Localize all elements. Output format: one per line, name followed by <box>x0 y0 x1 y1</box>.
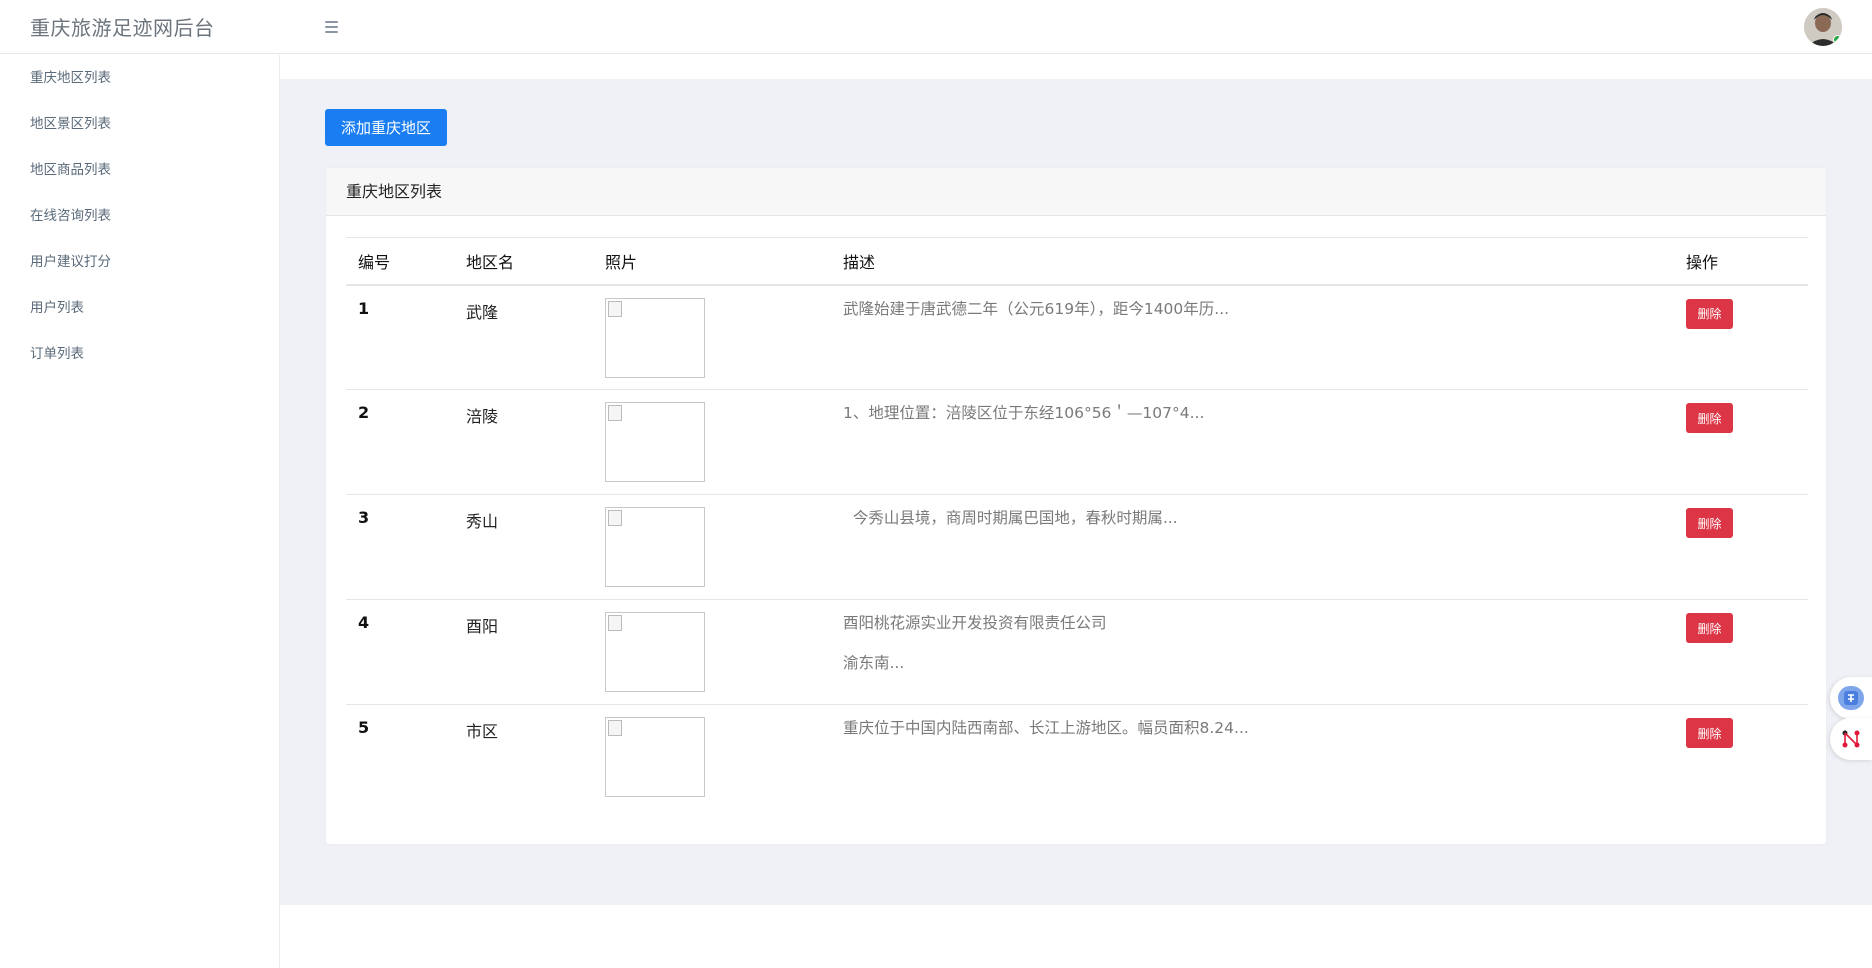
broken-image-icon <box>605 717 705 797</box>
description-text-line2: 渝东南... <box>843 654 905 672</box>
row-description: 酉阳桃花源实业开发投资有限责任公司 渝东南... <box>831 599 1674 705</box>
row-description: 今秀山县境，商周时期属巴国地，春秋时期属... <box>831 494 1674 600</box>
column-header-name: 地区名 <box>454 237 593 286</box>
sidebar-item-scenic-spots[interactable]: 地区景区列表 <box>0 101 279 147</box>
broken-image-icon <box>605 612 705 692</box>
hamburger-menu-icon[interactable] <box>322 17 344 37</box>
row-id: 5 <box>358 718 370 737</box>
table-row: 5 市区 重庆位于中国内陆西南部、长江上游地区。幅员面积8.24... 删除 <box>346 705 1808 810</box>
description-text: 重庆位于中国内陆西南部、长江上游地区。幅员面积8.24... <box>843 719 1249 737</box>
broken-image-icon <box>605 297 705 378</box>
row-id: 2 <box>346 389 454 495</box>
row-region-name: 武隆 <box>454 284 593 390</box>
description-text: 酉阳桃花源实业开发投资有限责任公司 <box>843 614 1107 632</box>
card-title: 重庆地区列表 <box>326 168 1826 216</box>
delete-button[interactable]: 删除 <box>1686 613 1733 643</box>
description-text: 今秀山县境，商周时期属巴国地，春秋时期属... <box>843 509 1178 527</box>
sidebar-item-products[interactable]: 地区商品列表 <box>0 147 279 193</box>
sidebar-item-consultations[interactable]: 在线咨询列表 <box>0 193 279 239</box>
online-status-dot <box>1833 35 1842 44</box>
row-id: 4 <box>346 599 454 705</box>
sidebar-item-regions[interactable]: 重庆地区列表 <box>0 55 279 101</box>
main-content: 添加重庆地区 重庆地区列表 编号 地区名 照片 描述 操作 1 武隆 武隆始建于… <box>280 79 1872 905</box>
delete-button[interactable]: 删除 <box>1686 403 1733 433</box>
row-region-name: 市区 <box>466 722 499 741</box>
network-icon[interactable] <box>1838 727 1864 751</box>
table-row: 2 涪陵 1、地理位置：涪陵区位于东经106°56＇—107°4... 删除 <box>346 389 1808 495</box>
broken-image-icon <box>605 507 705 587</box>
row-photo-cell <box>593 284 831 390</box>
table-header-row: 编号 地区名 照片 描述 操作 <box>346 237 1808 286</box>
user-avatar[interactable] <box>1804 8 1842 46</box>
row-description: 1、地理位置：涪陵区位于东经106°56＇—107°4... <box>831 389 1674 495</box>
description-text: 1、地理位置：涪陵区位于东经106°56＇—107°4... <box>843 404 1205 422</box>
row-actions: 删除 <box>1674 494 1808 600</box>
row-actions: 删除 <box>1674 284 1808 390</box>
broken-image-icon <box>605 402 705 482</box>
row-actions: 删除 <box>1674 599 1808 705</box>
table-row: 4 酉阳 酉阳桃花源实业开发投资有限责任公司 渝东南... 删除 <box>346 599 1808 705</box>
row-id: 1 <box>346 284 454 390</box>
delete-button[interactable]: 删除 <box>1686 718 1733 748</box>
row-actions: 删除 <box>1674 389 1808 495</box>
row-photo-cell <box>593 494 831 600</box>
row-region-name: 涪陵 <box>454 389 593 495</box>
sidebar-item-suggestions[interactable]: 用户建议打分 <box>0 239 279 285</box>
table-row: 3 秀山 今秀山县境，商周时期属巴国地，春秋时期属... 删除 <box>346 494 1808 600</box>
translate-widget[interactable] <box>1830 677 1872 719</box>
row-region-name: 秀山 <box>454 494 593 600</box>
sidebar-item-users[interactable]: 用户列表 <box>0 285 279 331</box>
column-header-photo: 照片 <box>593 237 831 286</box>
row-region-name: 酉阳 <box>454 599 593 705</box>
sidebar-item-orders[interactable]: 订单列表 <box>0 331 279 377</box>
regions-table: 编号 地区名 照片 描述 操作 1 武隆 武隆始建于唐武德二年（公元619年），… <box>346 237 1808 810</box>
delete-button[interactable]: 删除 <box>1686 508 1733 538</box>
row-description: 重庆位于中国内陆西南部、长江上游地区。幅员面积8.24... <box>831 705 1674 810</box>
top-navbar: 重庆旅游足迹网后台 <box>0 0 1872 54</box>
column-header-id: 编号 <box>346 237 454 286</box>
row-photo-cell <box>593 705 831 810</box>
row-photo-cell <box>593 389 831 495</box>
row-description: 武隆始建于唐武德二年（公元619年），距今1400年历... <box>831 284 1674 390</box>
translate-icon[interactable] <box>1838 686 1864 710</box>
brand-title[interactable]: 重庆旅游足迹网后台 <box>30 12 215 41</box>
delete-button[interactable]: 删除 <box>1686 298 1733 329</box>
description-text: 武隆始建于唐武德二年（公元619年），距今1400年历... <box>843 299 1230 318</box>
column-header-actions: 操作 <box>1674 237 1808 286</box>
column-header-description: 描述 <box>831 237 1674 286</box>
add-region-button[interactable]: 添加重庆地区 <box>325 109 447 146</box>
row-id: 3 <box>346 494 454 600</box>
network-widget[interactable] <box>1830 718 1872 760</box>
table-row: 1 武隆 武隆始建于唐武德二年（公元619年），距今1400年历... 删除 <box>346 284 1808 390</box>
row-actions: 删除 <box>1674 705 1808 810</box>
regions-card: 重庆地区列表 编号 地区名 照片 描述 操作 1 武隆 武隆始建于唐武德二年（公… <box>325 167 1827 845</box>
sidebar: 重庆地区列表 地区景区列表 地区商品列表 在线咨询列表 用户建议打分 用户列表 … <box>0 55 280 968</box>
row-photo-cell <box>593 599 831 705</box>
